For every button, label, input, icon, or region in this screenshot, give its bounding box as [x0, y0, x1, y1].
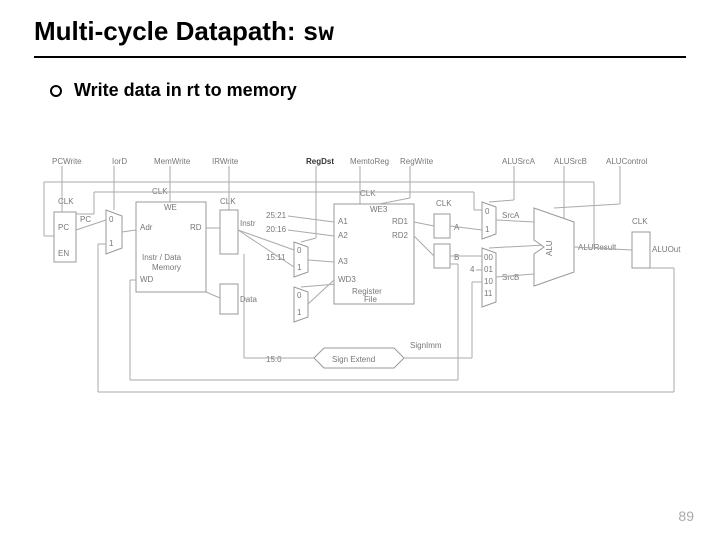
clk-rf: CLK — [360, 189, 376, 198]
alu — [534, 208, 574, 286]
datapath-diagram: PCWrite IorD MemWrite IRWrite RegDst Mem… — [34, 152, 686, 422]
sig-pcwrite: PCWrite — [52, 157, 82, 166]
svg-text:1: 1 — [485, 225, 490, 234]
rf-we3: WE3 — [370, 205, 388, 214]
rf-wd3: WD3 — [338, 275, 356, 284]
srca-label: SrcA — [502, 211, 520, 220]
bullet-text: Write data in rt to memory — [74, 80, 297, 101]
bits-imm: 15:0 — [266, 355, 282, 364]
sig-aluctrl: ALUControl — [606, 157, 648, 166]
rf-rd2: RD2 — [392, 231, 409, 240]
bits-rs: 25:21 — [266, 211, 287, 220]
title-mono: sw — [303, 18, 334, 48]
slide-title: Multi-cycle Datapath: sw — [34, 16, 334, 48]
sig-memwrite: MemWrite — [154, 157, 191, 166]
ir-register — [220, 210, 238, 254]
clk-ab: CLK — [436, 199, 452, 208]
const4: 4 — [470, 265, 475, 274]
svg-text:1: 1 — [109, 239, 114, 248]
svg-text:10: 10 — [484, 277, 493, 286]
svg-text:0: 0 — [297, 246, 302, 255]
sig-alusrcb: ALUSrcB — [554, 157, 587, 166]
page-number: 89 — [678, 508, 694, 524]
mem-name2: Memory — [152, 263, 181, 272]
signext-label: Sign Extend — [332, 355, 375, 364]
clk-ir: CLK — [220, 197, 236, 206]
signimm-label: SignImm — [410, 341, 442, 350]
title-prefix: Multi-cycle Datapath: — [34, 16, 303, 46]
a-register — [434, 214, 450, 238]
bits-rt: 20:16 — [266, 225, 287, 234]
sig-regwrite: RegWrite — [400, 157, 434, 166]
mem-name1: Instr / Data — [142, 253, 182, 262]
rf-a3: A3 — [338, 257, 348, 266]
sig-regdst: RegDst — [306, 157, 334, 166]
mem-adr: Adr — [140, 223, 153, 232]
aluout-register — [632, 232, 650, 268]
clk-pc: CLK — [58, 197, 74, 206]
sig-irwrite: IRWrite — [212, 157, 239, 166]
mem-rd: RD — [190, 223, 202, 232]
bullet-item: Write data in rt to memory — [50, 80, 297, 101]
rf-a1: A1 — [338, 217, 348, 226]
b-label: B — [454, 253, 459, 262]
title-rule — [34, 56, 686, 58]
alu-label: ALU — [545, 240, 554, 256]
bits-rd: 15:11 — [266, 253, 286, 262]
rf-rd1: RD1 — [392, 217, 409, 226]
rf-a2: A2 — [338, 231, 348, 240]
sig-memtoreg: MemtoReg — [350, 157, 389, 166]
mem-we: WE — [164, 203, 177, 212]
bullet-icon — [50, 85, 62, 97]
svg-text:0: 0 — [297, 291, 302, 300]
svg-text:0: 0 — [109, 215, 114, 224]
srcb-label: SrcB — [502, 273, 519, 282]
svg-text:0: 0 — [485, 207, 490, 216]
pc-out: PC — [80, 215, 91, 224]
sig-alusrca: ALUSrcA — [502, 157, 536, 166]
rf-name2: File — [364, 295, 377, 304]
svg-text:1: 1 — [297, 308, 302, 317]
svg-text:1: 1 — [297, 263, 302, 272]
pc-label: PC — [58, 223, 69, 232]
pc-en: EN — [58, 249, 69, 258]
data-label: Data — [240, 295, 257, 304]
b-register — [434, 244, 450, 268]
data-register — [220, 284, 238, 314]
ir-label: Instr — [240, 219, 256, 228]
svg-text:11: 11 — [484, 289, 493, 298]
clk-aluout: CLK — [632, 217, 648, 226]
svg-text:00: 00 — [484, 253, 493, 262]
sig-iord: IorD — [112, 157, 127, 166]
svg-text:01: 01 — [484, 265, 493, 274]
mem-wd: WD — [140, 275, 154, 284]
aluout-label: ALUOut — [652, 245, 681, 254]
